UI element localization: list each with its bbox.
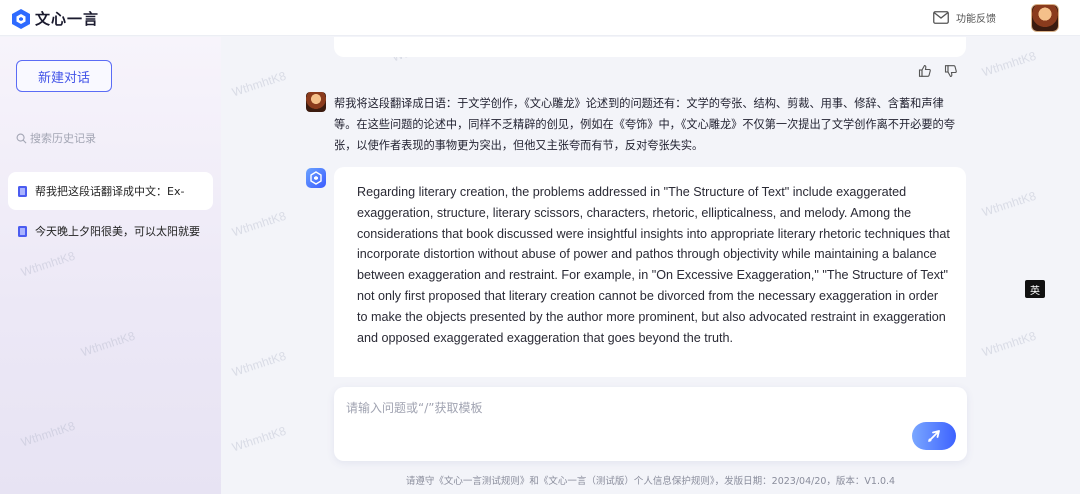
chat-icon (18, 225, 27, 237)
watermark: WthmhtK8 (230, 208, 288, 240)
user-avatar[interactable] (1031, 4, 1059, 32)
app-logo[interactable]: 文心一言 (12, 8, 99, 29)
chat-icon (18, 185, 27, 197)
watermark: WthmhtK8 (980, 328, 1038, 360)
sidebar: 新建对话 搜索历史记录 帮我把这段话翻译成中文：Ex- 今天晚上夕阳很美，可以太… (0, 37, 221, 494)
thumbs-up-icon[interactable] (918, 64, 932, 78)
search-icon (16, 133, 27, 143)
top-bar: 文心一言 功能反馈 (0, 0, 1080, 36)
watermark: WthmhtK8 (230, 423, 288, 455)
thumbs-down-icon[interactable] (944, 64, 958, 78)
mail-icon (933, 11, 949, 24)
bot-reply-text: Regarding literary creation, the problem… (357, 185, 950, 345)
history-search[interactable]: 搜索历史记录 (16, 130, 96, 146)
new-chat-button[interactable]: 新建对话 (16, 60, 112, 92)
chat-area: WthmhtK8 WthmhtK8 WthmhtK8 WthmhtK8 Wthm… (221, 34, 1080, 494)
history-item-label: 帮我把这段话翻译成中文：Ex- (35, 185, 185, 198)
watermark: WthmhtK8 (230, 348, 288, 380)
app-title: 文心一言 (35, 10, 100, 28)
watermark: WthmhtK8 (79, 328, 137, 360)
bot-avatar (306, 168, 326, 188)
feedback-button[interactable]: 功能反馈 (933, 10, 996, 25)
footer-note: 请遵守《文心一言测试规则》和《文心一言（测试版）个人信息保护规则》，发版日期：2… (405, 476, 896, 487)
watermark: WthmhtK8 (980, 188, 1038, 220)
wenxin-logo-icon (12, 8, 30, 29)
language-badge[interactable]: 英 (1025, 280, 1045, 298)
history-item-label: 今天晚上夕阳很美，可以太阳就要 (35, 225, 200, 238)
previous-reply-bubble (334, 37, 966, 57)
wenxin-logo-icon (310, 171, 322, 185)
user-message: 帮我将这段翻译成日语：于文学创作，《文心雕龙》论述到的问题还有：文学的夸张、结构… (334, 97, 955, 152)
feedback-label: 功能反馈 (956, 14, 996, 25)
prompt-input[interactable] (346, 397, 886, 419)
watermark: WthmhtK8 (19, 248, 77, 280)
bot-reply-bubble: Regarding literary creation, the problem… (334, 167, 966, 377)
watermark: WthmhtK8 (230, 68, 288, 100)
history-item[interactable]: 帮我把这段话翻译成中文：Ex- (8, 172, 213, 210)
send-icon (928, 430, 940, 442)
watermark: WthmhtK8 (980, 48, 1038, 80)
search-placeholder: 搜索历史记录 (30, 132, 96, 145)
user-avatar (306, 92, 326, 112)
watermark: WthmhtK8 (19, 418, 77, 450)
prompt-input-box[interactable] (334, 387, 967, 461)
send-button[interactable] (912, 422, 956, 450)
history-item[interactable]: 今天晚上夕阳很美，可以太阳就要 (8, 212, 213, 250)
